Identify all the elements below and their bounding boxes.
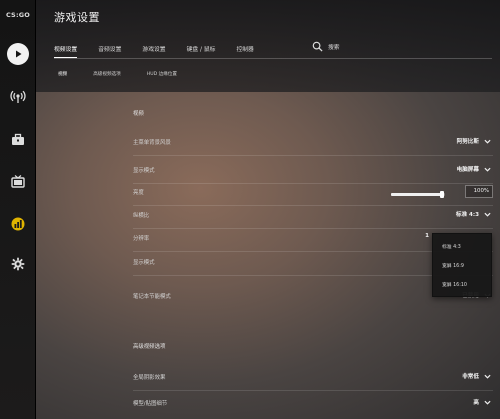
slider-thumb[interactable] [440,191,445,198]
dropdown-option-16-9[interactable]: 宽屏 16:9 [442,262,464,269]
setting-label: 显示模式 [133,168,155,174]
subtab-hud-edge[interactable]: HUD 边缘位置 [147,71,177,77]
stats-button[interactable] [0,212,36,236]
settings-tabs: 视频设置 音频设置 游戏设置 键盘 / 鼠标 控制器 [54,44,275,58]
setting-row-aspect-ratio[interactable]: 纵横比 标准 4:3 [133,205,493,229]
chevron-down-icon [484,139,491,144]
brightness-input[interactable]: 100% [465,185,493,198]
inventory-button[interactable] [0,128,36,152]
dropdown-option-4-3[interactable]: 标准 4:3 [442,243,461,250]
search-icon [312,41,323,52]
play-icon [16,50,22,58]
stats-icon [11,217,25,231]
chevron-down-icon [484,212,491,217]
setting-row-global-shadow[interactable]: 全局阴影效果 非常低 [133,367,493,391]
broadcast-icon [10,90,26,103]
tab-keyboard-mouse[interactable]: 键盘 / 鼠标 [187,44,216,57]
slider-fill [391,193,443,196]
setting-value: 1 [425,233,429,239]
brightness-slider[interactable] [391,191,445,198]
search-button[interactable]: 搜索 [312,41,340,52]
tab-game[interactable]: 游戏设置 [142,44,165,57]
setting-value: 电脑屏幕 [456,167,479,173]
aspect-ratio-dropdown: 标准 4:3 宽屏 16:9 宽屏 16:10 [432,233,492,297]
setting-row-menu-background[interactable]: 主菜单背景风景 阿努比斯 [133,132,493,156]
setting-row-display-mode[interactable]: 显示模式 电脑屏幕 [133,160,493,184]
setting-row-brightness: 亮度 100% [133,182,493,206]
csgo-logo: CS:GO [5,11,31,19]
subtab-video[interactable]: 视频 [58,71,67,77]
setting-label: 纵横比 [133,213,150,219]
setting-label: 主菜单背景风景 [133,140,171,146]
section-title-video: 视频 [133,111,144,117]
chevron-down-icon [484,167,491,172]
setting-label: 显示模式 [133,260,155,266]
settings-button[interactable] [0,252,36,276]
setting-row-model-detail[interactable]: 模型/贴图细节 高 [133,393,493,417]
setting-label: 分辨率 [133,236,150,242]
setting-value: 阿努比斯 [456,139,479,145]
tab-audio[interactable]: 音频设置 [98,44,121,57]
setting-value: 高 [473,400,479,406]
settings-gear-icon [11,257,25,271]
watch-button[interactable] [0,170,36,194]
page-title: 游戏设置 [54,11,100,24]
chevron-down-icon [484,400,491,405]
settings-header: 游戏设置 视频设置 音频设置 游戏设置 键盘 / 鼠标 控制器 搜索 视频 高级… [36,0,500,92]
search-label: 搜索 [328,45,340,51]
setting-label: 模型/贴图细节 [133,401,168,407]
setting-label: 亮度 [133,190,144,196]
play-button[interactable] [0,42,36,66]
dropdown-option-16-10[interactable]: 宽屏 16:10 [442,281,467,288]
tv-icon [11,175,25,188]
tabs-divider [54,58,492,59]
setting-label: 全局阴影效果 [133,375,166,381]
tab-video[interactable]: 视频设置 [54,44,78,58]
section-title-advanced: 高级视频选项 [133,344,166,350]
tab-controller[interactable]: 控制器 [236,44,253,57]
setting-label: 笔记本节能模式 [133,294,171,300]
setting-value: 非常低 [462,374,479,380]
sidebar: CS:GO [0,0,36,419]
video-subtabs: 视频 高级视频选项 HUD 边缘位置 [58,71,203,77]
chevron-down-icon [484,374,491,379]
broadcast-button[interactable] [0,85,36,109]
setting-value: 标准 4:3 [455,212,479,218]
inventory-icon [12,133,24,145]
subtab-advanced-video[interactable]: 高级视频选项 [93,71,121,77]
video-settings-panel: 视频 主菜单背景风景 阿努比斯 显示模式 电脑屏幕 亮度 100% 纵横比 标准… [36,92,500,419]
